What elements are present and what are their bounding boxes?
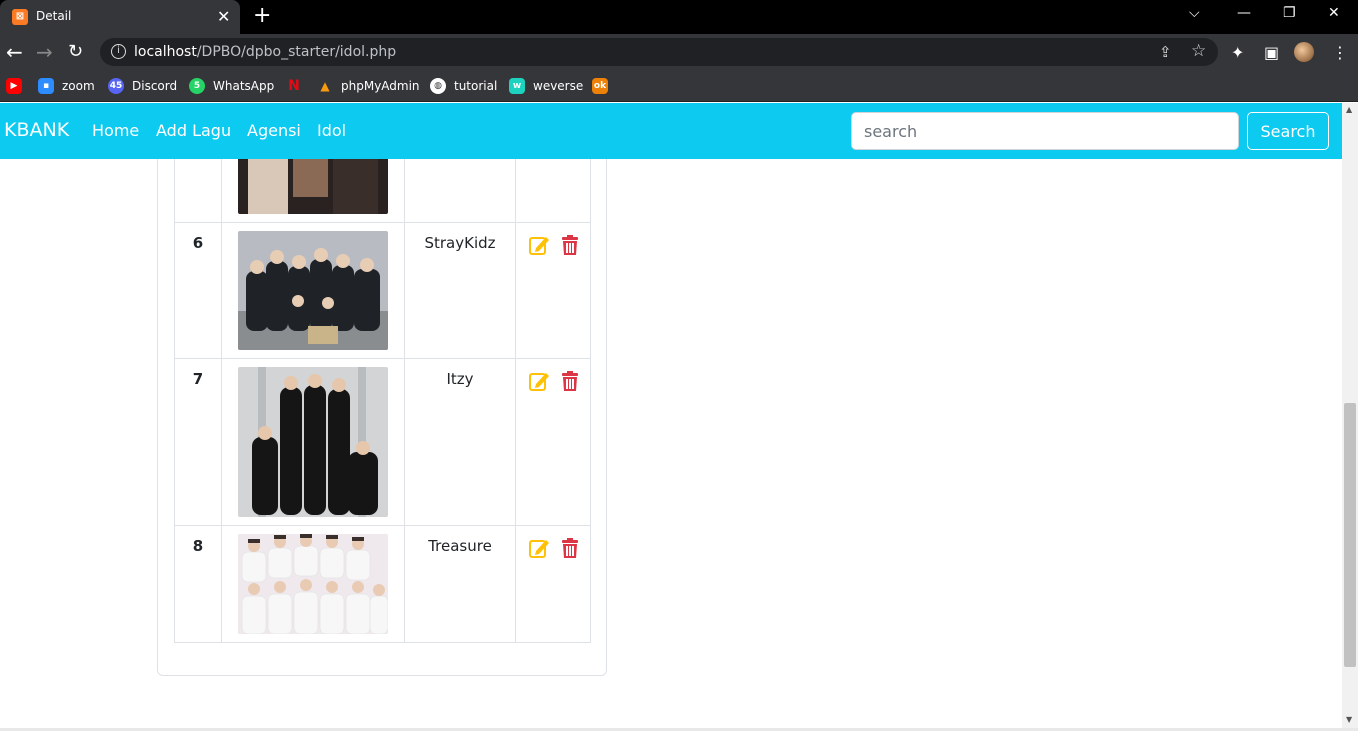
new-tab-icon[interactable]: + <box>253 3 271 28</box>
bookmark-zoom[interactable]: ▪ zoom <box>38 77 95 95</box>
row-number: 7 <box>174 358 222 526</box>
nav-idol[interactable]: Idol <box>317 121 346 140</box>
youtube-icon: ▶ <box>6 78 22 94</box>
reload-icon[interactable]: ↻ <box>68 41 83 62</box>
treasure-photo <box>238 534 388 634</box>
forward-icon[interactable]: → <box>36 40 53 64</box>
profile-avatar[interactable] <box>1294 42 1314 62</box>
idol-name: StrayKidz <box>404 222 516 359</box>
table-row: 7 Itzy <box>174 358 591 526</box>
scrollbar-thumb[interactable] <box>1344 403 1356 667</box>
back-icon[interactable]: ← <box>6 40 23 64</box>
discord-icon: 45 <box>108 78 124 94</box>
odnoklassniki-icon: ok <box>592 78 608 94</box>
table-row: 8 Treasure <box>174 525 591 643</box>
zoom-icon: ▪ <box>38 78 54 94</box>
bookmark-phpmyadmin[interactable]: ▲ phpMyAdmin <box>317 77 419 95</box>
search-button[interactable]: Search <box>1247 112 1329 150</box>
menu-icon[interactable]: ⋮ <box>1332 43 1348 62</box>
tab-title: Detail <box>36 9 72 23</box>
brand-logo[interactable]: KBANK <box>4 119 69 141</box>
page-viewport: 6 StrayKidz 7 Itzy 8 Treasure KBANK Home… <box>0 103 1342 728</box>
bookmark-tutorial[interactable]: ◍ tutorial <box>430 77 497 95</box>
idol-name: Treasure <box>404 525 516 643</box>
row-number: 6 <box>174 222 222 359</box>
tab-search-icon[interactable]: ⌵ <box>1189 5 1200 21</box>
edit-icon[interactable] <box>528 370 550 392</box>
browser-tab-bar: ⊠ Detail ✕ + ⌵ — ❐ ✕ <box>0 0 1358 34</box>
minimize-icon[interactable]: — <box>1237 5 1251 21</box>
globe-icon: ◍ <box>430 78 446 94</box>
straykidz-photo <box>238 231 388 350</box>
url-text[interactable]: localhost/DPBO/dpbo_starter/idol.php <box>134 44 396 60</box>
edit-icon[interactable] <box>528 234 550 256</box>
nav-home[interactable]: Home <box>92 121 139 140</box>
scroll-up-icon[interactable]: ▲ <box>1346 105 1352 114</box>
bookmark-weverse[interactable]: w weverse <box>509 77 583 95</box>
trash-icon[interactable] <box>559 537 581 559</box>
idol-name: Itzy <box>404 358 516 526</box>
itzy-photo <box>238 367 388 517</box>
url-path: /DPBO/dpbo_starter/idol.php <box>196 44 397 60</box>
bookmark-discord[interactable]: 45 Discord <box>108 77 177 95</box>
whatsapp-icon: 5 <box>189 78 205 94</box>
phpmyadmin-icon: ▲ <box>320 79 330 93</box>
page-scrollbar[interactable]: ▲ ▼ <box>1342 103 1358 728</box>
xampp-icon: ⊠ <box>12 9 28 25</box>
browser-tab[interactable]: ⊠ Detail ✕ <box>0 0 240 34</box>
site-navbar: KBANK Home Add Lagu Agensi Idol Search <box>0 103 1342 159</box>
trash-icon[interactable] <box>559 234 581 256</box>
nav-add-lagu[interactable]: Add Lagu <box>156 121 231 140</box>
restore-icon[interactable]: ❐ <box>1283 5 1296 21</box>
share-icon[interactable]: ⇪ <box>1159 43 1172 61</box>
weverse-icon: w <box>509 78 525 94</box>
bookmark-netflix[interactable]: N <box>286 77 310 95</box>
close-tab-icon[interactable]: ✕ <box>217 7 230 26</box>
bookmark-star-icon[interactable]: ☆ <box>1191 41 1206 61</box>
edit-icon[interactable] <box>528 537 550 559</box>
close-window-icon[interactable]: ✕ <box>1328 5 1340 21</box>
url-host: localhost <box>134 44 197 60</box>
bookmark-ok[interactable]: ok <box>592 77 616 95</box>
side-panel-icon[interactable]: ▣ <box>1264 43 1279 62</box>
site-info-icon[interactable]: i <box>111 44 126 59</box>
bookmarks-bar: ▶ ▪ zoom 45 Discord 5 WhatsApp N ▲ phpMy… <box>0 70 1358 102</box>
address-bar[interactable]: i localhost/DPBO/dpbo_starter/idol.php ⇪… <box>100 38 1218 66</box>
bookmark-whatsapp[interactable]: 5 WhatsApp <box>189 77 274 95</box>
scroll-down-icon[interactable]: ▼ <box>1346 715 1352 724</box>
bookmark-youtube[interactable]: ▶ <box>6 77 30 95</box>
table-row: 6 StrayKidz <box>174 222 591 359</box>
browser-toolbar: ← → ↻ i localhost/DPBO/dpbo_starter/idol… <box>0 34 1358 70</box>
search-input[interactable] <box>851 112 1239 150</box>
extensions-icon[interactable]: ✦ <box>1231 43 1244 62</box>
idol-table: 6 StrayKidz 7 Itzy 8 Treasure <box>174 103 591 643</box>
nav-agensi[interactable]: Agensi <box>247 121 301 140</box>
trash-icon[interactable] <box>559 370 581 392</box>
row-number: 8 <box>174 525 222 643</box>
netflix-icon: N <box>288 78 300 94</box>
